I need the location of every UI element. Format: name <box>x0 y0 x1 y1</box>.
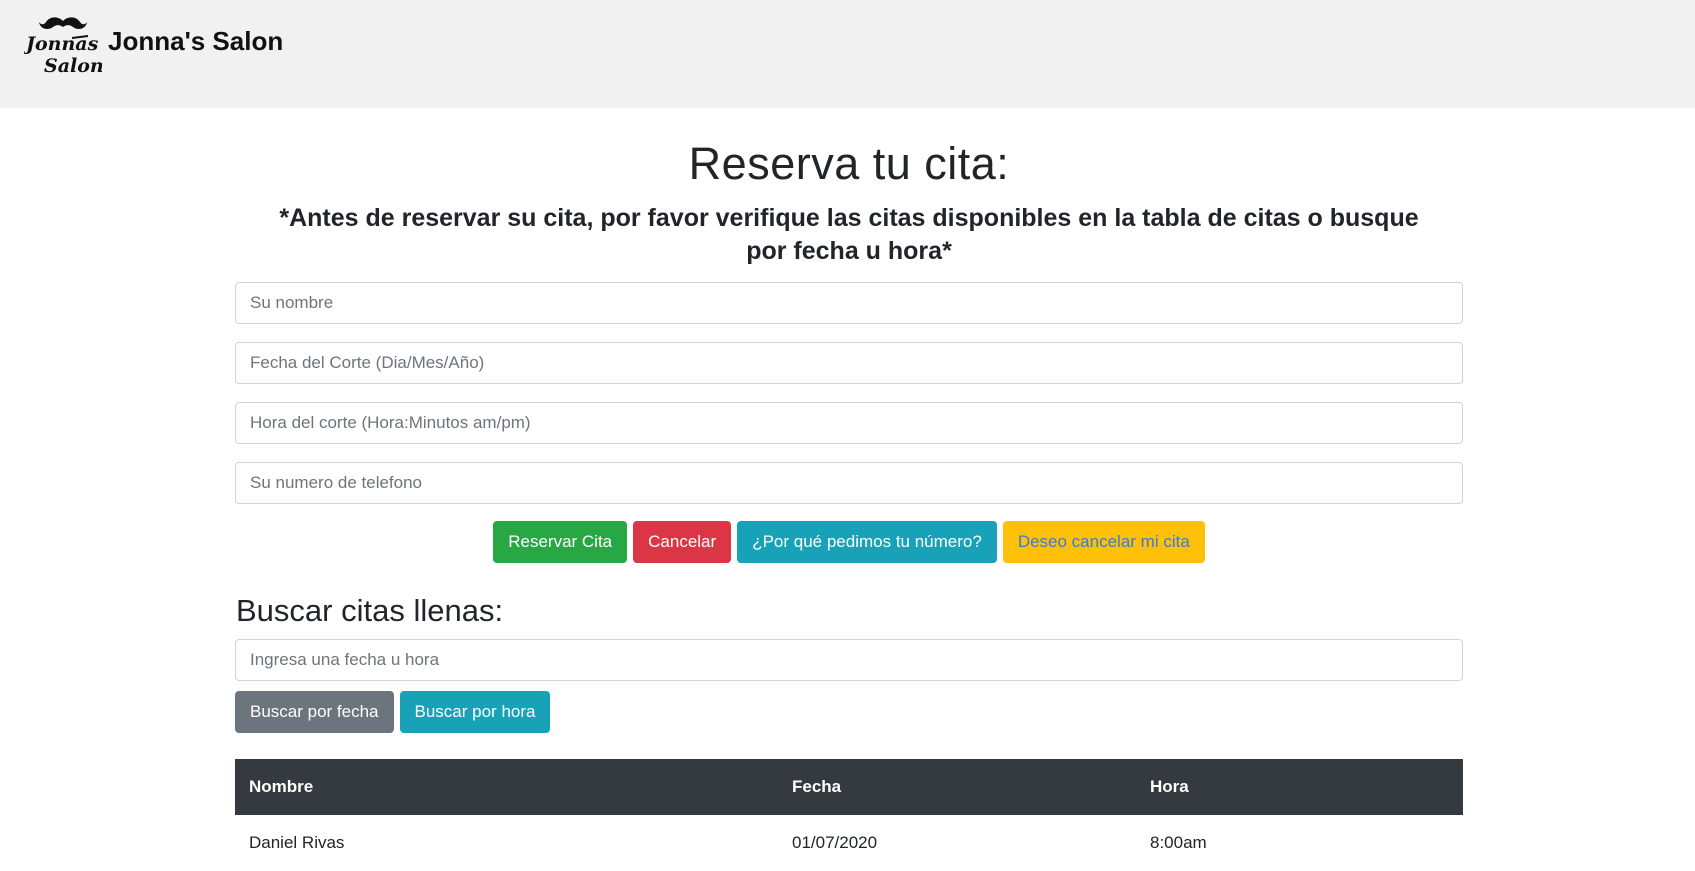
page-subtitle: *Antes de reservar su cita, por favor ve… <box>279 204 1419 265</box>
search-buttons: Buscar por fecha Buscar por hora <box>235 691 1463 733</box>
column-header-date: Fecha <box>778 759 1136 815</box>
table-header-row: Nombre Fecha Hora <box>235 759 1463 815</box>
search-by-date-button[interactable]: Buscar por fecha <box>235 691 394 733</box>
page-title: Reserva tu cita: <box>688 138 1010 189</box>
table-row: Daniel Rivas 01/07/2020 8:00am <box>235 815 1463 871</box>
date-input[interactable] <box>235 342 1463 384</box>
salon-logo[interactable]: Jonnas Salon <box>24 14 102 76</box>
search-by-time-button[interactable]: Buscar por hora <box>399 691 551 733</box>
phone-input[interactable] <box>235 462 1463 504</box>
svg-text:Salon: Salon <box>44 55 102 76</box>
cell-date: 01/07/2020 <box>792 833 878 852</box>
why-number-button[interactable]: ¿Por qué pedimos tu número? <box>737 521 997 563</box>
reserve-button[interactable]: Reservar Cita <box>493 521 628 563</box>
search-input[interactable] <box>235 639 1463 681</box>
cancel-button[interactable]: Cancelar <box>633 521 732 563</box>
appointments-table: Nombre Fecha Hora Daniel Rivas 01/07/202… <box>235 759 1463 871</box>
column-header-name: Nombre <box>235 759 778 815</box>
main-container: Reserva tu cita: *Antes de reservar su c… <box>235 108 1463 871</box>
brand-name[interactable]: Jonna's Salon <box>108 26 283 57</box>
cell-name: Daniel Rivas <box>249 833 345 852</box>
column-header-time: Hora <box>1136 759 1463 815</box>
time-input[interactable] <box>235 402 1463 444</box>
name-input[interactable] <box>235 282 1463 324</box>
form-buttons: Reservar Cita Cancelar ¿Por qué pedimos … <box>235 521 1463 563</box>
cancel-appointment-button[interactable]: Deseo cancelar mi cita <box>1002 521 1205 563</box>
navbar: Jonnas Salon Jonna's Salon <box>0 0 1695 108</box>
cell-time: 8:00am <box>1150 833 1207 852</box>
search-title: Buscar citas llenas: <box>236 593 504 628</box>
